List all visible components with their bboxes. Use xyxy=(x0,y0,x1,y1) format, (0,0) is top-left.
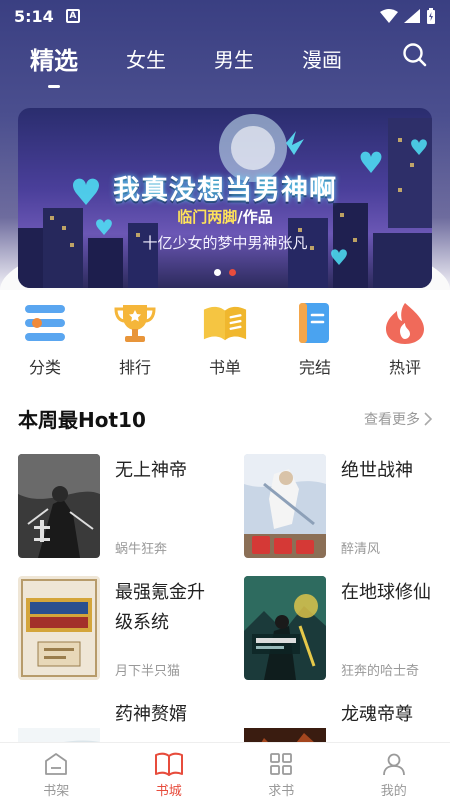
wifi-icon xyxy=(380,9,398,23)
book-title: 在地球修仙 xyxy=(341,582,431,603)
bottom-nav: 书架 书城 求书 我的 xyxy=(0,742,450,803)
nav-label: 求书 xyxy=(268,784,295,799)
carousel-dots xyxy=(18,269,432,276)
bookstore-icon xyxy=(154,752,183,776)
banner-author-name: 临门两脚 xyxy=(177,208,238,226)
book-author: 月下半只猫 xyxy=(115,664,181,679)
flame-icon xyxy=(382,300,428,346)
see-more-link[interactable]: 查看更多 xyxy=(364,409,432,429)
book-title: 最强氪金升级系统 xyxy=(115,582,205,633)
carousel-dot[interactable] xyxy=(214,269,221,276)
shortcut-label: 分类 xyxy=(28,358,61,377)
open-book-icon xyxy=(202,300,248,346)
shortcut-ranking[interactable]: 排行 xyxy=(90,300,180,378)
category-list-icon xyxy=(22,300,68,346)
see-more-label: 查看更多 xyxy=(364,411,420,428)
nav-label: 书架 xyxy=(43,784,70,799)
shortcut-hot-comments[interactable]: 热评 xyxy=(360,300,450,378)
book-title: 药神赘婿 xyxy=(115,704,187,725)
chevron-right-icon xyxy=(424,411,432,426)
bookshelf-icon xyxy=(45,753,68,775)
book-cover xyxy=(18,454,100,558)
book-author: 醉清风 xyxy=(341,542,381,557)
banner-author: 临门两脚/作品 xyxy=(18,206,432,227)
category-shortcuts: 分类 排行 书单 完结 热评 xyxy=(0,300,450,378)
tab-female[interactable]: 女生 xyxy=(126,44,166,73)
cell-signal-icon xyxy=(404,9,420,23)
shortcut-category[interactable]: 分类 xyxy=(0,300,90,378)
nav-profile[interactable]: 我的 xyxy=(338,743,450,803)
tab-featured[interactable]: 精选 xyxy=(30,41,78,88)
book-card[interactable]: 无上神帝 蜗牛狂奔 xyxy=(18,454,218,560)
battery-icon xyxy=(427,8,435,24)
top-tabs: 精选 女生 男生 漫画 xyxy=(0,36,450,88)
tab-male[interactable]: 男生 xyxy=(214,44,254,73)
nav-bookshelf[interactable]: 书架 xyxy=(0,743,113,803)
shortcut-label: 热评 xyxy=(388,358,421,377)
carousel-dot-active[interactable] xyxy=(229,269,236,276)
shortcut-label: 完结 xyxy=(298,358,331,377)
book-cover xyxy=(18,576,100,680)
nav-request[interactable]: 求书 xyxy=(225,743,338,803)
hot-section-header: 本周最Hot10 查看更多 xyxy=(18,404,432,433)
shortcut-booklist[interactable]: 书单 xyxy=(180,300,270,378)
search-icon[interactable] xyxy=(402,42,428,72)
banner-subtitle: 十亿少女的梦中男神张凡 xyxy=(142,234,308,252)
tab-comics[interactable]: 漫画 xyxy=(302,44,342,73)
book-title: 无上神帝 xyxy=(115,460,187,481)
banner-author-suffix: /作品 xyxy=(237,208,273,226)
notification-a-icon: A xyxy=(65,9,80,23)
nav-label: 书城 xyxy=(155,784,182,799)
trophy-icon xyxy=(112,300,158,346)
nav-bookstore[interactable]: 书城 xyxy=(113,743,226,803)
request-grid-icon xyxy=(270,753,293,775)
status-time: 5:14 xyxy=(14,6,54,26)
banner-title: 我真没想当男神啊 xyxy=(113,175,337,206)
shortcut-label: 书单 xyxy=(208,358,241,377)
status-bar: 5:14 A xyxy=(0,0,450,32)
shortcut-label: 排行 xyxy=(118,358,151,377)
section-title: 本周最Hot10 xyxy=(18,408,146,432)
finished-book-icon xyxy=(292,300,338,346)
profile-icon xyxy=(382,753,405,776)
book-author: 蜗牛狂奔 xyxy=(115,542,168,557)
book-author: 狂奔的哈士奇 xyxy=(341,664,420,679)
book-title: 龙魂帝尊 xyxy=(341,704,413,725)
book-card[interactable]: 最强氪金升级系统 月下半只猫 xyxy=(18,576,218,682)
book-cover xyxy=(244,576,326,680)
status-icons xyxy=(380,8,436,24)
shortcut-finished[interactable]: 完结 xyxy=(270,300,360,378)
book-cover xyxy=(244,454,326,558)
book-card[interactable]: 在地球修仙 狂奔的哈士奇 xyxy=(244,576,444,682)
nav-label: 我的 xyxy=(380,784,407,799)
book-card[interactable]: 绝世战神 醉清风 xyxy=(244,454,444,560)
featured-banner[interactable]: 我真没想当男神啊 临门两脚/作品 十亿少女的梦中男神张凡 xyxy=(18,108,432,288)
book-title: 绝世战神 xyxy=(341,460,413,481)
